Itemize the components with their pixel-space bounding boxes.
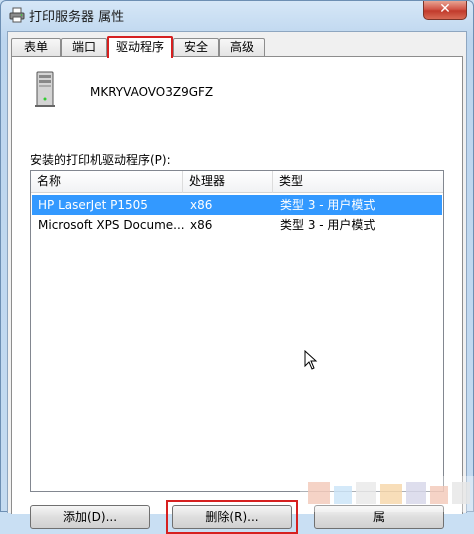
print-server-properties-window: 打印服务器 属性 ✕ 表单 端口 驱动程序 安全 高级 MKRYVAOVO3Z9… [0, 0, 474, 534]
drivers-tab-panel: MKRYVAOVO3Z9GFZ 安装的打印机驱动程序(P): 名称 处理器 类型… [11, 56, 463, 534]
driver-name: HP LaserJet P1505 [38, 198, 148, 212]
driver-type: 类型 3 - 用户模式 [280, 198, 376, 212]
tab-ports[interactable]: 端口 [61, 38, 107, 57]
list-item[interactable]: HP LaserJet P1505 x86 类型 3 - 用户模式 [32, 195, 442, 215]
driver-type: 类型 3 - 用户模式 [280, 218, 376, 232]
server-icon [35, 71, 55, 107]
add-driver-button[interactable]: 添加(D)... [30, 505, 150, 529]
driver-name: Microsoft XPS Docume... [38, 218, 184, 232]
tab-advanced[interactable]: 高级 [219, 38, 265, 57]
column-header-processor[interactable]: 处理器 [183, 171, 273, 193]
column-header-name[interactable]: 名称 [31, 171, 183, 193]
server-name: MKRYVAOVO3Z9GFZ [90, 85, 214, 99]
tab-security[interactable]: 安全 [173, 38, 219, 57]
close-button[interactable]: ✕ [423, 1, 467, 20]
list-header: 名称 处理器 类型 [31, 171, 443, 193]
column-header-type[interactable]: 类型 [273, 171, 441, 193]
window-title: 打印服务器 属性 [29, 10, 125, 25]
dialog-client-area: 表单 端口 驱动程序 安全 高级 MKRYVAOVO3Z9GFZ 安装的打印机驱… [7, 31, 467, 534]
installed-drivers-label: 安装的打印机驱动程序(P): [30, 153, 171, 167]
drivers-list[interactable]: 名称 处理器 类型 HP LaserJet P1505 x86 类型 3 - 用… [30, 170, 444, 492]
title-bar[interactable]: 打印服务器 属性 ✕ [1, 1, 473, 29]
printer-icon [9, 7, 25, 23]
driver-processor: x86 [190, 198, 213, 212]
tab-forms[interactable]: 表单 [11, 38, 61, 57]
tab-drivers[interactable]: 驱动程序 [107, 36, 173, 58]
remove-driver-button[interactable]: 删除(R)... [172, 505, 292, 529]
driver-processor: x86 [190, 218, 213, 232]
list-item[interactable]: Microsoft XPS Docume... x86 类型 3 - 用户模式 [32, 215, 442, 235]
mouse-cursor-icon [304, 350, 318, 370]
watermark-overlay [300, 476, 474, 512]
